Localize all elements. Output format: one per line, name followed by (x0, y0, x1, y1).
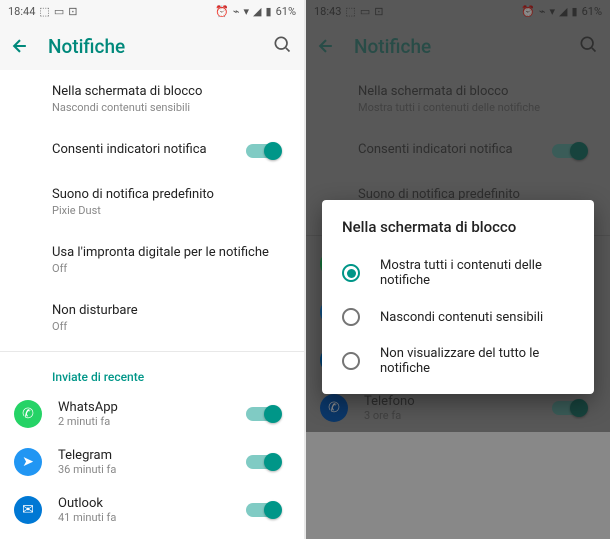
status-icon: ⬚ (345, 5, 355, 18)
status-time: 18:43 (314, 5, 341, 18)
setting-indicators[interactable]: Consenti indicatori notifica (306, 128, 610, 173)
status-time: 18:44 (8, 5, 35, 18)
setting-dnd[interactable]: Non disturbare Off (0, 289, 304, 347)
app-row-phone[interactable]: ✆ Telefono 3 ore fa (0, 534, 304, 539)
setting-lockscreen[interactable]: Nella schermata di blocco Nascondi conte… (0, 70, 304, 128)
setting-fingerprint[interactable]: Usa l'impronta digitale per le notifiche… (0, 231, 304, 289)
radio-icon (342, 308, 360, 326)
section-recent: Inviate di recente (0, 356, 304, 390)
page-title: Notifiche (354, 35, 562, 58)
wifi-icon: ▾ (244, 5, 250, 18)
app-bar: Notifiche (306, 22, 610, 70)
search-icon[interactable] (272, 34, 296, 58)
telegram-icon: ➤ (14, 448, 42, 476)
divider (0, 351, 304, 352)
radio-option-hide-all[interactable]: Non visualizzare del tutto le notifiche (322, 336, 594, 386)
page-title: Notifiche (48, 35, 256, 58)
settings-list: Nella schermata di blocco Nascondi conte… (0, 70, 304, 539)
battery-icon: ▮ (266, 5, 272, 18)
outlook-icon: ✉ (14, 496, 42, 524)
lockscreen-dialog: Nella schermata di blocco Mostra tutti i… (322, 200, 594, 394)
phone-icon: ✆ (320, 394, 348, 422)
radio-icon (342, 352, 360, 370)
setting-lockscreen[interactable]: Nella schermata di blocco Mostra tutti i… (306, 70, 610, 128)
search-icon[interactable] (578, 34, 602, 58)
back-icon[interactable] (8, 34, 32, 58)
vpn-icon: ⌁ (539, 5, 546, 18)
status-icon: ⊡ (68, 5, 77, 18)
toggle-whatsapp[interactable] (246, 407, 280, 421)
status-icon: ⊡ (374, 5, 383, 18)
signal-icon: ◢ (253, 5, 261, 18)
status-icon: ▭ (54, 5, 64, 18)
battery-pct: 61% (582, 5, 602, 18)
status-bar: 18:43 ⬚ ▭ ⊡ ⏰ ⌁ ▾ ◢ ▮ 61% (306, 0, 610, 22)
signal-icon: ◢ (559, 5, 567, 18)
whatsapp-icon: ✆ (14, 400, 42, 428)
vpn-icon: ⌁ (233, 5, 240, 18)
toggle-indicators[interactable] (246, 144, 280, 158)
setting-indicators[interactable]: Consenti indicatori notifica (0, 128, 304, 173)
back-icon[interactable] (314, 34, 338, 58)
app-row-telegram[interactable]: ➤ Telegram 36 minuti fa (0, 438, 304, 486)
phone-left: 18:44 ⬚ ▭ ⊡ ⏰ ⌁ ▾ ◢ ▮ 61% Notifiche Nell… (0, 0, 304, 539)
battery-pct: 61% (276, 5, 296, 18)
radio-icon (342, 264, 360, 282)
phone-right: 18:43 ⬚ ▭ ⊡ ⏰ ⌁ ▾ ◢ ▮ 61% Notifiche Nell… (306, 0, 610, 539)
toggle-indicators[interactable] (552, 144, 586, 158)
radio-option-hide-sensitive[interactable]: Nascondi contenuti sensibili (322, 298, 594, 336)
status-icon: ⬚ (39, 5, 49, 18)
setting-sound[interactable]: Suono di notifica predefinito Pixie Dust (0, 173, 304, 231)
toggle-phone[interactable] (552, 401, 586, 415)
dialog-title: Nella schermata di blocco (322, 218, 594, 248)
battery-icon: ▮ (572, 5, 578, 18)
wifi-icon: ▾ (550, 5, 556, 18)
app-row-outlook[interactable]: ✉ Outlook 41 minuti fa (0, 486, 304, 534)
alarm-icon: ⏰ (521, 5, 535, 18)
toggle-telegram[interactable] (246, 455, 280, 469)
app-row-whatsapp[interactable]: ✆ WhatsApp 2 minuti fa (0, 390, 304, 438)
radio-option-show-all[interactable]: Mostra tutti i contenuti delle notifiche (322, 248, 594, 298)
alarm-icon: ⏰ (215, 5, 229, 18)
app-bar: Notifiche (0, 22, 304, 70)
toggle-outlook[interactable] (246, 503, 280, 517)
status-bar: 18:44 ⬚ ▭ ⊡ ⏰ ⌁ ▾ ◢ ▮ 61% (0, 0, 304, 22)
status-icon: ▭ (360, 5, 370, 18)
